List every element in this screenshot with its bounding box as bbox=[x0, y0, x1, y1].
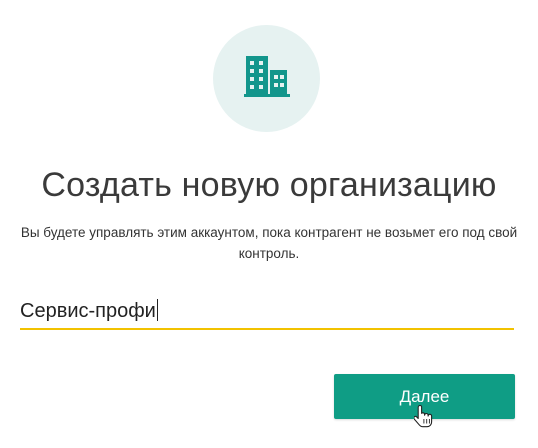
page-title: Создать новую организацию bbox=[41, 166, 497, 204]
building-icon bbox=[244, 56, 290, 97]
page-subtitle: Вы будете управлять этим аккаунтом, пока… bbox=[20, 225, 518, 261]
text-caret bbox=[156, 299, 158, 321]
hand-pointer-icon bbox=[414, 404, 433, 428]
organization-name-value: Сервис-профи bbox=[20, 300, 156, 322]
organization-icon-badge bbox=[213, 25, 320, 132]
organization-name-field[interactable]: Сервис-профи bbox=[20, 296, 514, 330]
organization-name-input[interactable]: Сервис-профи bbox=[20, 298, 158, 324]
